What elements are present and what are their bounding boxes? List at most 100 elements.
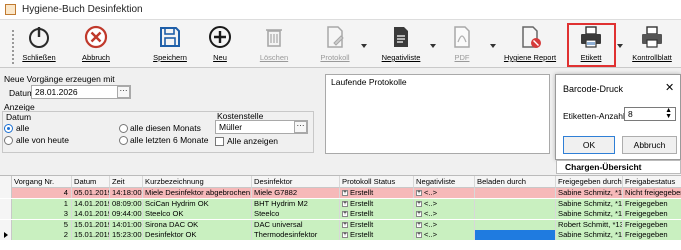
expand-icon[interactable]: + <box>342 211 348 217</box>
toolbar-grip[interactable] <box>12 30 15 64</box>
table-cell-zeit[interactable]: 14:01:00 <box>110 219 143 230</box>
table-row[interactable]: 1 14.01.2019 08:09:00 SciCan Hydrim OK BHT H… <box>0 198 681 209</box>
table-cell-kurz[interactable]: Steelco OK <box>143 209 252 219</box>
column-header[interactable]: Freigabestatus <box>623 176 681 188</box>
table-cell-freigegeben[interactable]: Sabine Schmitz, *18.12. <box>556 209 623 219</box>
pdf-button[interactable]: PDF <box>448 20 476 68</box>
table-cell-beladen[interactable] <box>475 188 556 198</box>
table-cell-desinfektor[interactable]: Steelco <box>252 209 340 219</box>
expand-icon[interactable]: + <box>416 200 422 207</box>
table-cell-negativ[interactable]: + <..> <box>414 219 475 230</box>
hygiene-report-button[interactable]: Hygiene Report <box>503 20 557 68</box>
table-cell-freigabestatus[interactable]: Nicht freigegeben <box>623 188 681 198</box>
column-header[interactable]: Beladen durch <box>475 176 556 188</box>
table-row[interactable]: 2 15.01.2019 15:23:00 Desinfektor OK Thermod… <box>0 230 681 240</box>
dialog-cancel-button[interactable]: Abbruch <box>622 136 677 154</box>
table-row[interactable]: 5 15.01.2019 14:01:00 Sirona DAC OK DAC univ… <box>0 219 681 230</box>
table-cell-zeit[interactable]: 09:44:00 <box>110 209 143 219</box>
table-cell-status[interactable]: + Erstellt <box>340 209 414 219</box>
table-cell-datum[interactable]: 14.01.2019 <box>72 209 110 219</box>
date-picker-icon[interactable]: ··· <box>117 86 130 98</box>
ok-button[interactable]: OK <box>563 136 615 154</box>
table-cell-freigegeben[interactable]: Robert Schmitt, *13.07. <box>556 219 623 230</box>
label-print-dropdown-icon[interactable] <box>617 44 623 48</box>
table-cell-status[interactable]: + Erstellt <box>340 198 414 209</box>
table-cell-negativ[interactable]: + <..> <box>414 230 475 240</box>
column-header[interactable]: Vorgang Nr. <box>12 176 72 188</box>
table-cell-zeit[interactable]: 08:09:00 <box>110 198 143 209</box>
table-cell-zeit[interactable]: 15:23:00 <box>110 230 143 240</box>
table-cell-negativ[interactable]: + <..> <box>414 198 475 209</box>
table-cell-kurz[interactable]: Miele Desinfektor abgebrochen <box>143 188 252 198</box>
table-cell-freigabestatus[interactable]: Freigegeben <box>623 220 681 230</box>
table-row[interactable]: 4 05.01.2019 14:18:00 Miele Desinfektor abg… <box>0 188 681 198</box>
expand-icon[interactable]: + <box>416 211 422 217</box>
table-cell-status[interactable]: + Erstellt <box>340 188 414 198</box>
table-cell-status[interactable]: + Erstellt <box>340 230 414 240</box>
table-cell-desinfektor[interactable]: Thermodesinfektor <box>252 230 340 240</box>
radio-monat[interactable] <box>119 124 128 133</box>
spinner-arrows-icon[interactable]: ▲ ▼ <box>665 107 672 120</box>
expand-icon[interactable]: + <box>416 190 422 196</box>
table-cell-kurz[interactable]: Sirona DAC OK <box>143 219 252 230</box>
expand-icon[interactable]: + <box>416 232 422 238</box>
table-cell-datum[interactable]: 15.01.2019 <box>72 230 110 240</box>
cancel-button[interactable]: Abbruch <box>78 20 114 68</box>
column-header[interactable]: Kurzbezeichnung <box>143 176 252 188</box>
table-cell-freigabestatus[interactable]: Freigegeben <box>623 230 681 240</box>
table-cell-freigegeben[interactable]: Sabine Schmitz, *18.12. <box>556 198 623 209</box>
running-protocols-list[interactable]: Laufende Protokolle <box>325 74 550 154</box>
pdf-dropdown-icon[interactable] <box>490 44 496 48</box>
table-cell-negativ[interactable]: + <..> <box>414 209 475 219</box>
expand-icon[interactable]: + <box>342 232 348 238</box>
column-header[interactable]: Zeit <box>110 176 143 188</box>
radio-6monate[interactable] <box>119 136 128 145</box>
table-cell-nr[interactable]: 5 <box>12 219 72 230</box>
table-cell-negativ[interactable]: + <..> <box>414 188 475 198</box>
table-cell-datum[interactable]: 14.01.2019 <box>72 198 110 209</box>
close-icon[interactable]: ✕ <box>665 81 674 94</box>
radio-alle[interactable] <box>4 124 13 133</box>
column-header[interactable]: Freigegeben durch <box>556 176 623 188</box>
table-cell-nr[interactable]: 3 <box>12 209 72 219</box>
row-selector[interactable] <box>0 188 12 198</box>
save-button[interactable]: Speichern <box>150 20 190 68</box>
etiketten-spinner[interactable]: 8 ▲ ▼ <box>624 107 676 121</box>
column-header[interactable]: Datum <box>72 176 110 188</box>
negative-list-dropdown-icon[interactable] <box>430 44 436 48</box>
close-button[interactable]: Schließen <box>20 20 58 68</box>
table-cell-desinfektor[interactable]: DAC universal <box>252 219 340 230</box>
row-selector[interactable] <box>0 209 12 219</box>
column-header[interactable]: Protokoll Status <box>340 176 414 188</box>
expand-icon[interactable]: + <box>342 200 348 207</box>
negative-list-button[interactable]: Negativliste <box>378 20 424 68</box>
table-cell-freigegeben[interactable]: Sabine Schmitz, *18.12. <box>556 230 623 240</box>
table-cell-beladen[interactable] <box>475 230 556 240</box>
table-row[interactable]: 3 14.01.2019 09:44:00 Steelco OK Steelco + Ers… <box>0 209 681 219</box>
row-selector[interactable] <box>0 230 12 240</box>
protocol-dropdown-icon[interactable] <box>361 44 367 48</box>
table-cell-desinfektor[interactable]: Miele G7882 <box>252 188 340 198</box>
table-cell-beladen[interactable] <box>475 198 556 209</box>
column-header[interactable]: Desinfektor <box>252 176 340 188</box>
table-cell-zeit[interactable]: 14:18:00 <box>110 188 143 198</box>
new-button[interactable]: Neu <box>205 20 235 68</box>
table-cell-nr[interactable]: 1 <box>12 198 72 209</box>
table-cell-beladen[interactable] <box>475 219 556 230</box>
new-ops-date-field[interactable]: 28.01.2026 <box>31 85 131 99</box>
table-cell-desinfektor[interactable]: BHT Hydrim M2 <box>252 198 340 209</box>
radio-heute[interactable] <box>4 136 13 145</box>
column-header[interactable]: Negativliste <box>414 176 475 188</box>
table-cell-freigegeben[interactable]: Sabine Schmitz, *18.12. <box>556 188 623 198</box>
kostenstelle-picker-icon[interactable]: ··· <box>294 121 307 133</box>
table-cell-freigabestatus[interactable]: Freigegeben <box>623 199 681 209</box>
table-cell-kurz[interactable]: Desinfektor OK <box>143 230 252 240</box>
table-cell-datum[interactable]: 15.01.2019 <box>72 219 110 230</box>
table-cell-status[interactable]: + Erstellt <box>340 219 414 230</box>
expand-icon[interactable]: + <box>416 221 422 228</box>
row-selector[interactable] <box>0 219 12 230</box>
table-cell-kurz[interactable]: SciCan Hydrim OK <box>143 198 252 209</box>
expand-icon[interactable]: + <box>342 190 348 196</box>
delete-button[interactable]: Löschen <box>258 20 290 68</box>
table-cell-beladen[interactable] <box>475 209 556 219</box>
